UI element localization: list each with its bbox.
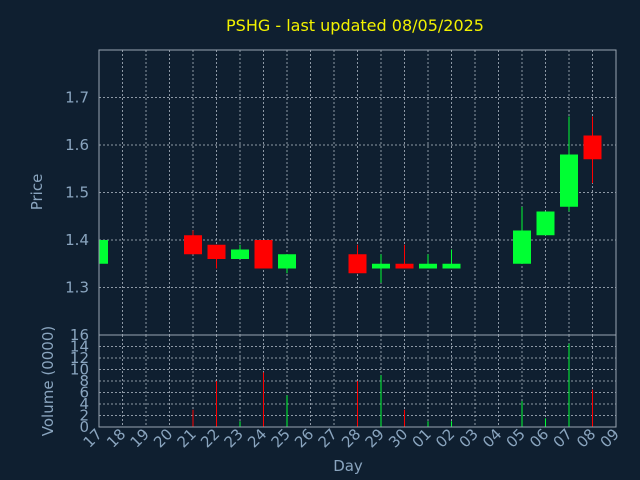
- x-axis-label: Day: [333, 457, 363, 475]
- candle-body: [184, 235, 202, 255]
- chart-title: PSHG - last updated 08/05/2025: [226, 16, 484, 35]
- x-tick-label: 30: [385, 425, 411, 451]
- x-tick-label: 05: [503, 425, 529, 451]
- candle-body: [348, 254, 367, 274]
- x-tick-label: 22: [197, 425, 223, 451]
- x-tick-label: 21: [174, 425, 200, 451]
- price-tick-labels: 1.3 1.4 1.5 1.6 1.7: [65, 89, 89, 297]
- x-tick-label: 01: [409, 425, 435, 451]
- x-tick-label: 29: [362, 425, 388, 451]
- x-tick-label: 08: [573, 425, 599, 451]
- x-tick-label: 02: [432, 425, 458, 451]
- candlestick-chart: PSHG - last updated 08/05/2025 Price Vol…: [28, 16, 623, 475]
- price-tick-label: 1.4: [65, 231, 89, 249]
- x-tick-label: 28: [338, 425, 364, 451]
- candle-body: [278, 254, 296, 269]
- x-tick-label: 09: [597, 425, 623, 451]
- x-tick-label: 03: [456, 425, 482, 451]
- volume-tick-label: 16: [70, 326, 89, 344]
- volume-axis-label: Volume (0000): [39, 326, 57, 436]
- candle-body: [395, 263, 414, 269]
- price-tick-label: 1.3: [65, 279, 89, 297]
- x-tick-label: 23: [221, 425, 247, 451]
- x-tick-label: 27: [315, 425, 341, 451]
- price-tick-label: 1.7: [65, 89, 89, 107]
- candle-body: [207, 244, 226, 259]
- candle-body: [560, 154, 578, 207]
- candle-body: [372, 263, 390, 269]
- x-tick-labels: 1718192021222324252627282930010203040506…: [80, 425, 623, 451]
- price-candles: [98, 116, 602, 283]
- x-tick-label: 20: [150, 425, 176, 451]
- x-tick-label: 04: [479, 425, 505, 451]
- price-tick-label: 1.5: [65, 184, 89, 202]
- candle-body: [99, 240, 108, 264]
- volume-bars: [192, 343, 593, 427]
- candle-body: [254, 240, 273, 269]
- volume-tick-labels: 0246810121416: [70, 326, 89, 436]
- y-axis-label: Price: [28, 174, 46, 211]
- x-tick-label: 24: [244, 425, 270, 451]
- x-tick-label: 19: [127, 425, 153, 451]
- price-grid: [99, 50, 616, 335]
- candle-body: [231, 249, 249, 259]
- x-tick-label: 26: [291, 425, 317, 451]
- price-tick-label: 1.6: [65, 136, 89, 154]
- candle-body: [536, 211, 555, 236]
- candle-body: [442, 263, 461, 269]
- candle-body: [583, 135, 602, 160]
- candle-body: [513, 230, 531, 264]
- candle-body: [419, 263, 437, 269]
- x-tick-label: 18: [103, 425, 129, 451]
- x-tick-label: 06: [526, 425, 552, 451]
- x-tick-label: 25: [268, 425, 294, 451]
- x-tick-label: 07: [550, 425, 576, 451]
